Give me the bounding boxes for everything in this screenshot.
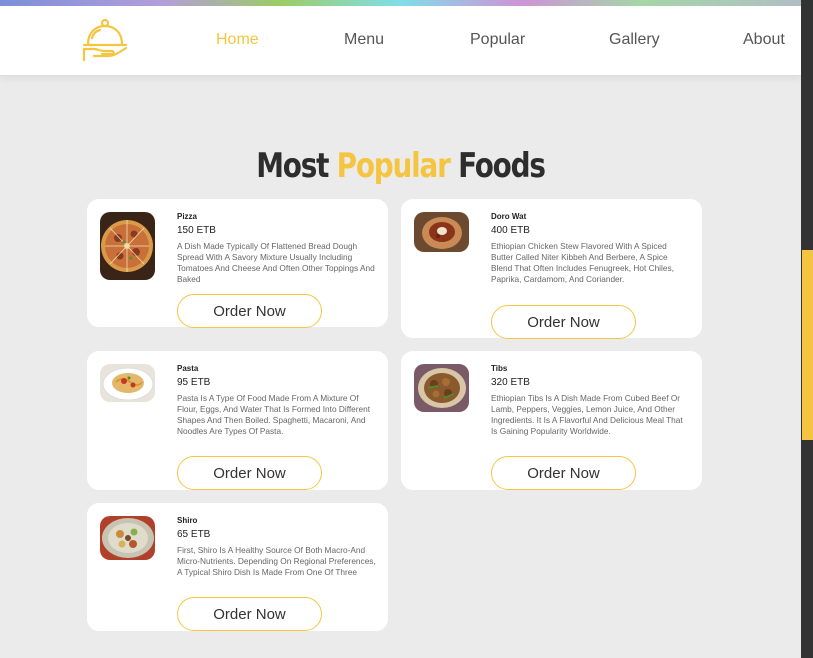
- food-info: Shiro 65 ETB First, Shiro Is A Healthy S…: [177, 516, 377, 578]
- food-description: Pasta Is A Type Of Food Made From A Mixt…: [177, 393, 371, 436]
- site-header: Home Menu Popular Gallery About: [0, 6, 801, 76]
- food-price: 95 ETB: [177, 377, 211, 388]
- tibs-photo: [414, 364, 469, 412]
- food-info: Pizza 150 ETB A Dish Made Typically Of F…: [177, 212, 377, 285]
- serving-cloche-icon[interactable]: [78, 16, 132, 64]
- order-now-button[interactable]: Order Now: [177, 597, 322, 631]
- food-name: Pizza: [177, 212, 198, 221]
- food-info: Tibs 320 ETB Ethiopian Tibs Is A Dish Ma…: [491, 364, 691, 437]
- order-now-button[interactable]: Order Now: [491, 305, 636, 339]
- food-name: Doro Wat: [491, 212, 527, 221]
- title-part-1: Most: [256, 146, 329, 186]
- food-description: Ethiopian Chicken Stew Flavored With A S…: [491, 241, 674, 284]
- doro-wat-photo: [414, 212, 469, 252]
- order-now-button[interactable]: Order Now: [491, 456, 636, 490]
- page: Home Menu Popular Gallery About Most Pop…: [0, 6, 801, 658]
- section-title: Most Popular Foods: [72, 146, 729, 186]
- food-price: 400 ETB: [491, 225, 530, 236]
- food-price: 65 ETB: [177, 529, 211, 540]
- food-price: 150 ETB: [177, 225, 216, 236]
- nav-about[interactable]: About: [743, 31, 785, 49]
- pizza-photo: [100, 212, 155, 280]
- food-description: Ethiopian Tibs Is A Dish Made From Cubed…: [491, 393, 683, 436]
- shiro-photo: [100, 516, 155, 560]
- food-card-shiro: Shiro 65 ETB First, Shiro Is A Healthy S…: [87, 503, 388, 631]
- food-name: Tibs: [491, 364, 508, 373]
- food-card-pizza: Pizza 150 ETB A Dish Made Typically Of F…: [87, 199, 388, 328]
- food-info: Doro Wat 400 ETB Ethiopian Chicken Stew …: [491, 212, 691, 285]
- title-accent: Popular: [336, 146, 451, 186]
- scrollbar-thumb[interactable]: [802, 250, 813, 440]
- food-card-pasta: Pasta 95 ETB Pasta Is A Type Of Food Mad…: [87, 351, 388, 490]
- food-price: 320 ETB: [491, 377, 530, 388]
- food-card-doro-wat: Doro Wat 400 ETB Ethiopian Chicken Stew …: [401, 199, 702, 339]
- pasta-photo: [100, 364, 155, 402]
- food-description: A Dish Made Typically Of Flattened Bread…: [177, 241, 375, 284]
- food-name: Pasta: [177, 364, 199, 373]
- nav-home[interactable]: Home: [216, 31, 259, 49]
- title-part-2: Foods: [458, 146, 546, 186]
- nav-menu[interactable]: Menu: [344, 31, 384, 49]
- food-info: Pasta 95 ETB Pasta Is A Type Of Food Mad…: [177, 364, 377, 437]
- order-now-button[interactable]: Order Now: [177, 456, 322, 490]
- nav-popular[interactable]: Popular: [470, 31, 525, 49]
- food-description: First, Shiro Is A Healthy Source Of Both…: [177, 545, 376, 577]
- food-card-tibs: Tibs 320 ETB Ethiopian Tibs Is A Dish Ma…: [401, 351, 702, 490]
- nav-gallery[interactable]: Gallery: [609, 31, 660, 49]
- food-name: Shiro: [177, 516, 198, 525]
- order-now-button[interactable]: Order Now: [177, 294, 322, 328]
